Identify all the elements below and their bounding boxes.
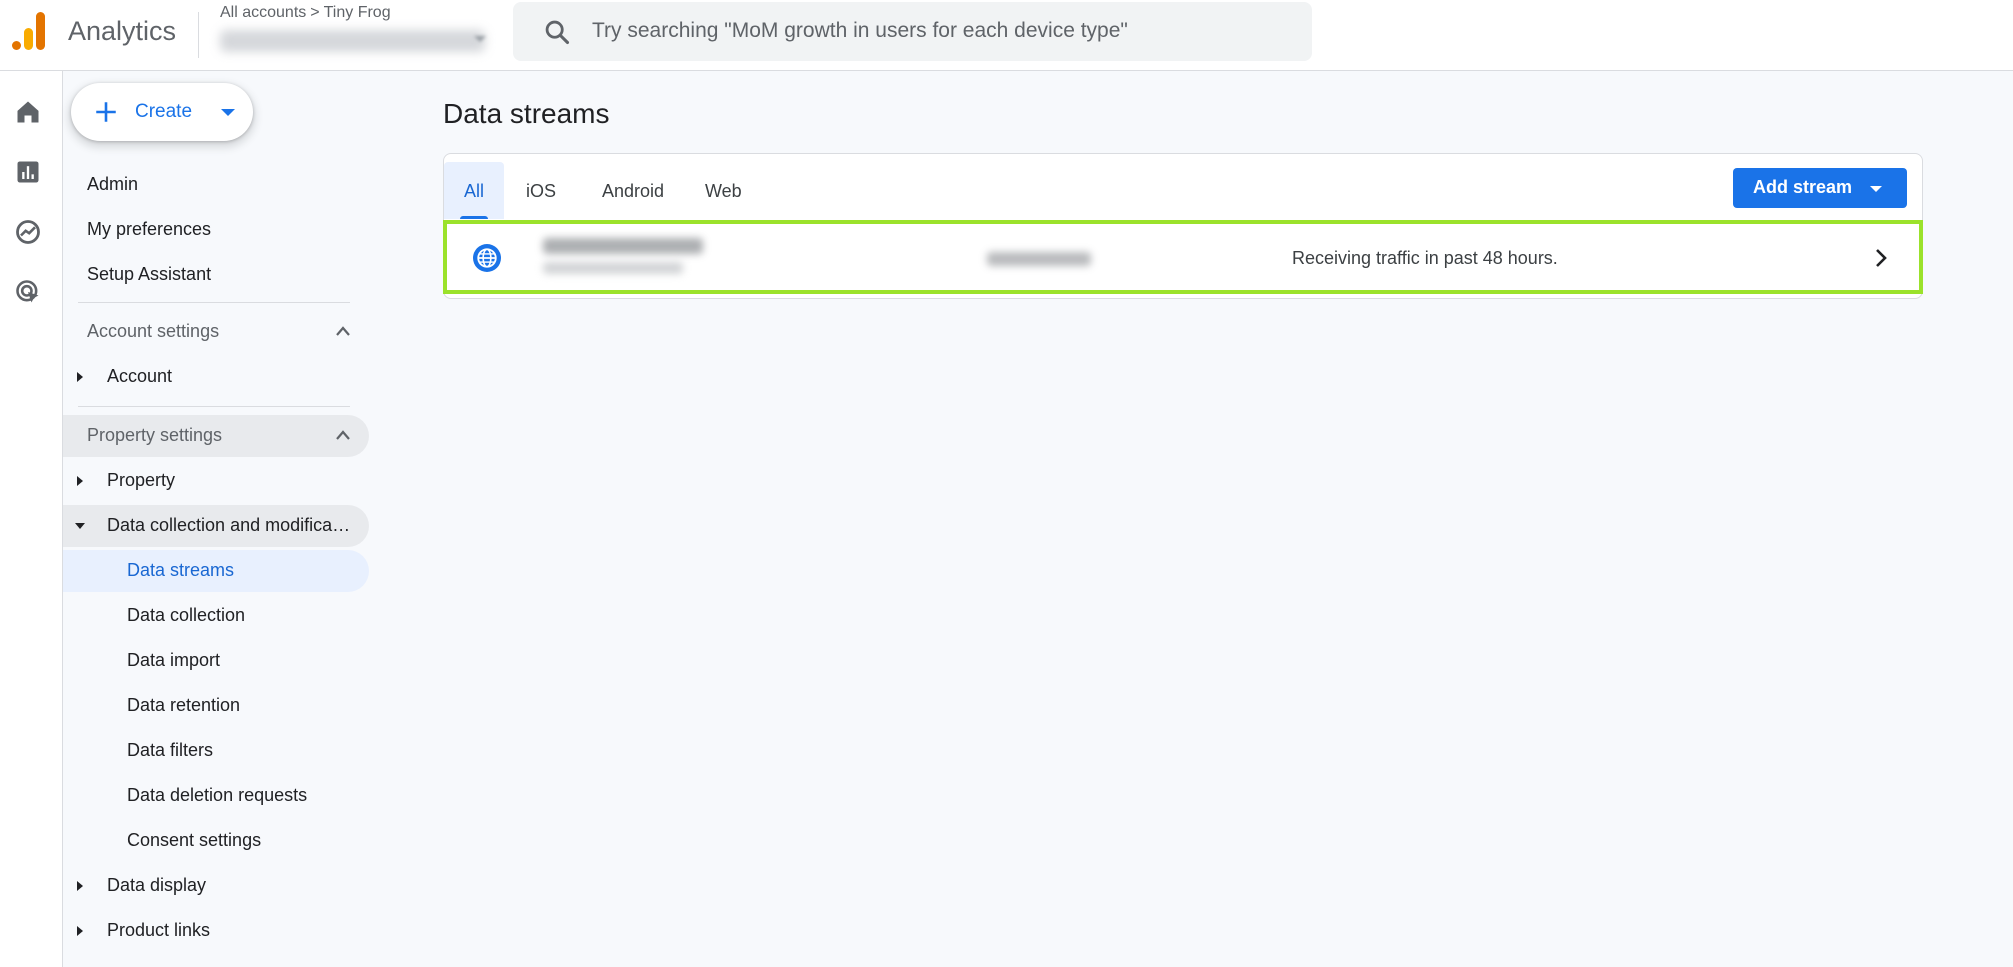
section-divider [78,302,350,303]
sub-item-label: Data collection [127,605,246,625]
account-settings-header[interactable]: Account settings [63,311,369,353]
tree-item-property[interactable]: Property [63,460,369,502]
account-selector-caret-icon[interactable] [474,36,486,42]
create-dropdown-icon [221,109,235,116]
sub-item-data-filters[interactable]: Data filters [63,730,369,772]
data-streams-card: All iOS Android Web Add stream Receiving… [443,153,1923,299]
reports-icon[interactable] [14,158,42,186]
sub-item-label: Data streams [127,560,235,580]
chevron-up-icon [336,430,350,440]
account-selector[interactable] [220,30,485,52]
sub-item-data-streams[interactable]: Data streams [63,550,369,592]
tree-item-label: Product links [107,920,211,940]
tree-item-label: Account [107,366,173,386]
stream-row[interactable]: Receiving traffic in past 48 hours. [443,220,1923,294]
top-bar: Analytics All accounts > Tiny Frog Try sea… [0,0,2013,71]
sub-item-consent-settings[interactable]: Consent settings [63,820,369,862]
stream-status: Receiving traffic in past 48 hours. [1292,248,1558,268]
tree-item-label: Property [107,470,176,490]
create-button-label: Create [135,101,193,122]
stream-url-redacted [543,262,683,274]
sub-item-label: Data retention [127,695,241,715]
stream-id-redacted [987,252,1091,266]
search-bar[interactable]: Try searching "MoM growth in users for e… [513,2,1312,61]
tab-web[interactable]: Web [685,162,762,219]
search-input[interactable]: Try searching "MoM growth in users for e… [592,19,1128,43]
nav-admin[interactable]: Admin [87,174,138,195]
sub-item-data-collection[interactable]: Data collection [63,595,369,637]
create-button[interactable]: Create [71,83,253,141]
tree-item-product-links[interactable]: Product links [63,910,369,952]
expand-arrow-icon [77,372,83,382]
property-settings-header[interactable]: Property settings [63,415,369,457]
add-stream-dropdown-icon [1870,186,1882,192]
search-icon [545,20,570,45]
top-divider [198,12,199,58]
breadcrumb-account[interactable]: Tiny Frog [324,4,391,21]
chevron-right-icon[interactable] [1871,246,1891,270]
plus-icon [96,102,116,122]
add-stream-button[interactable]: Add stream [1733,168,1907,208]
tree-item-data-collection-modification[interactable]: Data collection and modifica… [63,505,369,547]
sub-item-data-retention[interactable]: Data retention [63,685,369,727]
tree-item-label: Data collection and modifica… [107,515,351,535]
collapse-arrow-icon [75,523,85,529]
sub-item-label: Data import [127,650,221,670]
home-icon[interactable] [14,98,42,126]
advertising-icon[interactable] [14,278,42,306]
explore-icon[interactable] [14,218,42,246]
sub-item-label: Data filters [127,740,214,760]
tab-android[interactable]: Android [582,162,684,219]
breadcrumb-all-accounts[interactable]: All accounts [220,4,306,21]
sub-item-label: Consent settings [127,830,262,850]
nav-my-preferences[interactable]: My preferences [87,219,211,240]
web-globe-icon [473,244,501,272]
tab-all[interactable]: All [444,162,505,219]
breadcrumb: All accounts > Tiny Frog [220,4,391,22]
page-title: Data streams [443,98,610,129]
admin-sidebar: Create Admin My preferences Setup Assist… [63,71,383,967]
property-settings-label: Property settings [87,425,223,445]
expand-arrow-icon [77,926,83,936]
app-name: Analytics [68,16,177,46]
chevron-up-icon [336,326,350,336]
add-stream-label: Add stream [1753,177,1853,197]
nav-setup-assistant[interactable]: Setup Assistant [87,264,211,285]
account-settings-label: Account settings [87,321,220,341]
sub-item-label: Data deletion requests [127,785,308,805]
expand-arrow-icon [77,881,83,891]
sub-item-data-deletion-requests[interactable]: Data deletion requests [63,775,369,817]
breadcrumb-separator: > [310,4,320,21]
section-divider [78,406,350,407]
tab-ios[interactable]: iOS [506,162,576,219]
tree-item-label: Data display [107,875,207,895]
tree-item-account[interactable]: Account [63,356,369,398]
tree-item-data-display[interactable]: Data display [63,865,369,907]
sub-item-data-import[interactable]: Data import [63,640,369,682]
left-rail [0,71,63,967]
stream-name-redacted [543,238,703,254]
analytics-logo-icon[interactable] [10,10,46,50]
expand-arrow-icon [77,476,83,486]
